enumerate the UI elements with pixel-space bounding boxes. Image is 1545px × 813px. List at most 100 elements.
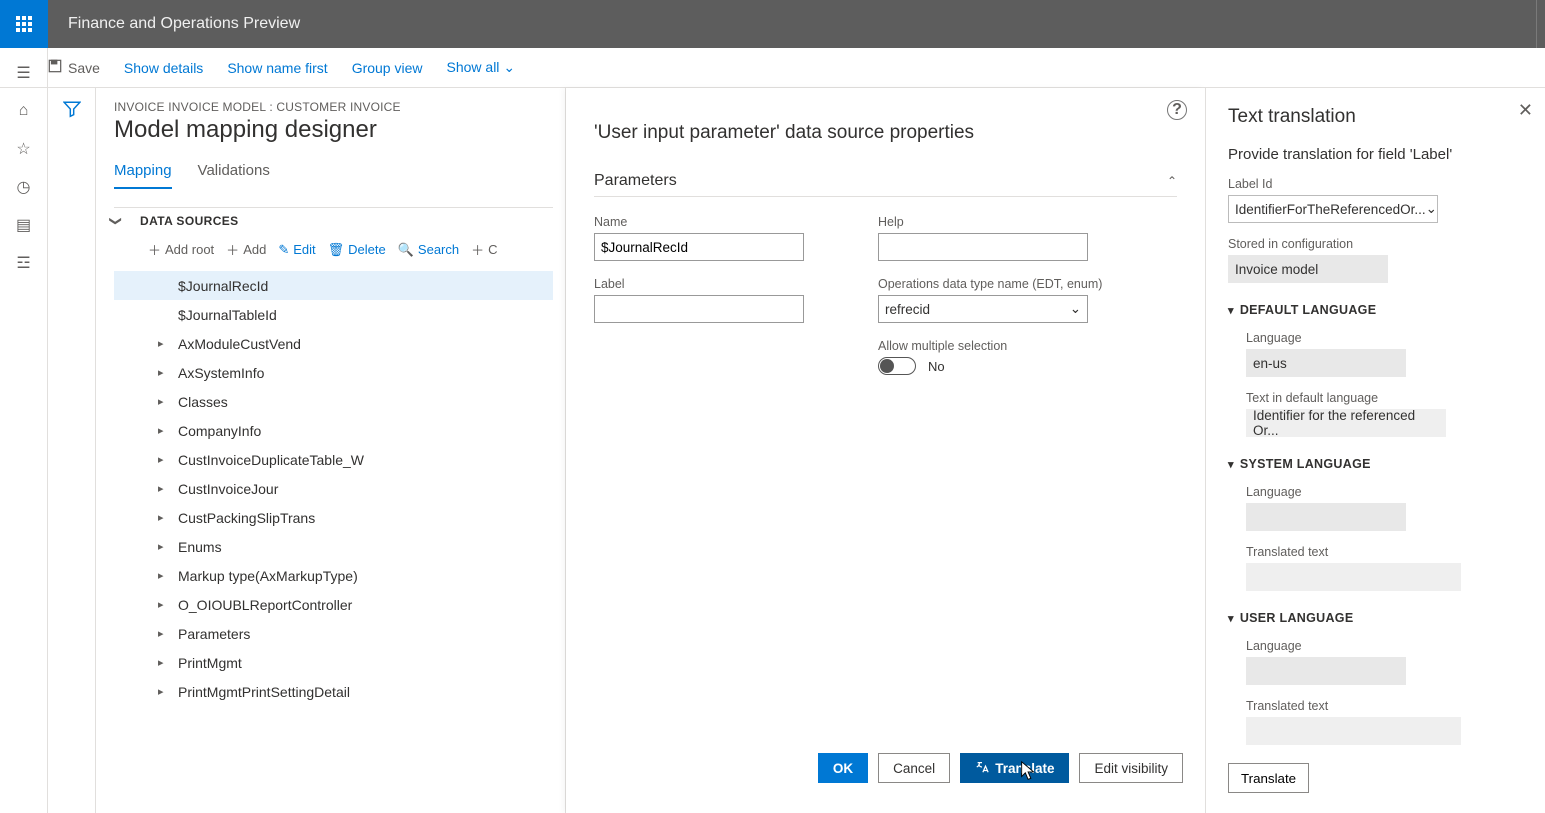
tree-item-label: AxSystemInfo — [178, 365, 264, 381]
allow-multiple-toggle[interactable] — [878, 357, 916, 375]
user-language-header[interactable]: ▾USER LANGUAGE — [1228, 611, 1523, 625]
designer-pane: INVOICE INVOICE MODEL : CUSTOMER INVOICE… — [96, 88, 566, 813]
tree-item-label: CustInvoiceJour — [178, 481, 278, 497]
tree-row[interactable]: ▸$JournalRecId — [114, 271, 553, 300]
tree-row[interactable]: ▸ Enums — [114, 532, 553, 561]
edit-button[interactable]: ✎Edit — [278, 242, 315, 258]
tree-row[interactable]: ▸CustInvoiceDuplicateTable_W — [114, 445, 553, 474]
hamburger-icon[interactable]: ☰ — [13, 62, 35, 84]
show-name-first-link[interactable]: Show name first — [227, 60, 327, 76]
system-language-header[interactable]: ▾SYSTEM LANGUAGE — [1228, 457, 1523, 471]
label-id-label: Label Id — [1228, 177, 1523, 191]
add-button[interactable]: ＋Add — [226, 240, 266, 259]
delete-button[interactable]: 🗑Delete — [328, 242, 386, 258]
tree-item-label: Enums — [178, 539, 222, 555]
tab-mapping[interactable]: Mapping — [114, 162, 172, 189]
help-label: Help — [878, 215, 1114, 229]
plus-icon: ＋ — [471, 240, 484, 259]
tree-row[interactable]: ▸AxModuleCustVend — [114, 329, 553, 358]
properties-panel: ? 'User input parameter' data source pro… — [566, 88, 1205, 813]
tree-row[interactable]: ▸ CustInvoiceJour — [114, 474, 553, 503]
chevron-down-icon: ⌄ — [503, 59, 515, 75]
show-all-link[interactable]: Show all ⌄ — [447, 59, 516, 76]
more-button[interactable]: ＋C — [471, 240, 497, 259]
tree-row[interactable]: ▸Classes — [114, 387, 553, 416]
cancel-button[interactable]: Cancel — [878, 753, 950, 783]
tree-item-label: O_OIOUBLReportController — [178, 597, 352, 613]
tree-toolbar: ＋Add root ＋Add ✎Edit 🗑Delete 🔍Search ＋C — [114, 234, 553, 265]
tree-heading: DATA SOURCES — [114, 208, 553, 234]
tree-row[interactable]: ▸AxSystemInfo — [114, 358, 553, 387]
tree-item-label: Classes — [178, 394, 228, 410]
search-icon: 🔍 — [398, 242, 414, 258]
search-button[interactable]: 🔍Search — [398, 242, 459, 258]
tree-collapse-icon[interactable]: ❯ — [109, 216, 123, 226]
default-text-label: Text in default language — [1246, 391, 1523, 405]
tree-row[interactable]: ▸Markup type(AxMarkupType) — [114, 561, 553, 590]
caret-right-icon: ▸ — [158, 482, 168, 495]
allow-multiple-value: No — [928, 359, 945, 374]
translate-icon — [975, 760, 989, 777]
default-lang-label: Language — [1246, 331, 1523, 345]
tree-row[interactable]: ▸$JournalTableId — [114, 300, 553, 329]
save-button[interactable]: Save — [48, 59, 100, 76]
tree-item-label: PrintMgmt — [178, 655, 242, 671]
left-rail: ☰ ⌂ ☆ ◷ ▤ ☲ — [0, 48, 48, 813]
title-bar: Finance and Operations Preview — [0, 0, 1545, 48]
add-root-button[interactable]: ＋Add root — [148, 240, 214, 259]
funnel-icon[interactable] — [63, 100, 81, 813]
tree-row[interactable]: ▸CustPackingSlipTrans — [114, 503, 553, 532]
data-source-tree: ▸$JournalRecId▸$JournalTableId▸AxModuleC… — [114, 271, 553, 706]
properties-title: 'User input parameter' data source prope… — [594, 88, 1177, 144]
home-icon[interactable]: ⌂ — [13, 100, 35, 122]
caret-right-icon: ▸ — [158, 685, 168, 698]
user-lang-input[interactable] — [1246, 657, 1406, 685]
chevron-up-icon: ⌃ — [1167, 174, 1177, 188]
close-icon[interactable]: ✕ — [1518, 100, 1533, 121]
app-launcher-icon[interactable] — [0, 0, 48, 48]
system-trans-label: Translated text — [1246, 545, 1523, 559]
caret-right-icon: ▸ — [158, 656, 168, 669]
module-icon[interactable]: ▤ — [13, 214, 35, 236]
tab-validations[interactable]: Validations — [198, 162, 270, 189]
stored-in-label: Stored in configuration — [1228, 237, 1523, 251]
clock-icon[interactable]: ◷ — [13, 176, 35, 198]
list-icon[interactable]: ☲ — [13, 252, 35, 274]
plus-icon: ＋ — [226, 240, 239, 259]
ok-button[interactable]: OK — [818, 753, 868, 783]
group-view-link[interactable]: Group view — [352, 60, 423, 76]
default-language-header[interactable]: ▾DEFAULT LANGUAGE — [1228, 303, 1523, 317]
caret-right-icon: ▸ — [158, 453, 168, 466]
edt-label: Operations data type name (EDT, enum) — [878, 277, 1114, 291]
trash-icon: 🗑 — [328, 242, 345, 258]
translate-action-button[interactable]: Translate — [1228, 763, 1309, 793]
tree-row[interactable]: ▸O_OIOUBLReportController — [114, 590, 553, 619]
edt-select[interactable]: refrecid ⌄ — [878, 295, 1088, 323]
system-trans-input[interactable] — [1246, 563, 1461, 591]
name-input[interactable] — [594, 233, 804, 261]
tree-row[interactable]: ▸PrintMgmtPrintSettingDetail — [114, 677, 553, 706]
tree-row[interactable]: ▸CompanyInfo — [114, 416, 553, 445]
show-details-link[interactable]: Show details — [124, 60, 203, 76]
caret-right-icon: ▸ — [158, 540, 168, 553]
help-input[interactable] — [878, 233, 1088, 261]
help-icon[interactable]: ? — [1167, 100, 1187, 120]
tree-row[interactable]: ▸Parameters — [114, 619, 553, 648]
star-icon[interactable]: ☆ — [13, 138, 35, 160]
edit-visibility-button[interactable]: Edit visibility — [1079, 753, 1183, 783]
label-id-select[interactable]: IdentifierForTheReferencedOr... ⌄ — [1228, 195, 1438, 223]
caret-right-icon: ▸ — [158, 511, 168, 524]
user-lang-label: Language — [1246, 639, 1523, 653]
label-input[interactable] — [594, 295, 804, 323]
user-trans-input[interactable] — [1246, 717, 1461, 745]
translate-button[interactable]: Translate — [960, 753, 1069, 783]
system-lang-input[interactable] — [1246, 503, 1406, 531]
parameters-section-header[interactable]: Parameters ⌃ — [594, 172, 1177, 197]
user-trans-label: Translated text — [1246, 699, 1523, 713]
tree-row[interactable]: ▸ PrintMgmt — [114, 648, 553, 677]
default-text-value: Identifier for the referenced Or... — [1246, 409, 1446, 437]
tree-item-label: Parameters — [178, 626, 250, 642]
tree-item-label: Markup type(AxMarkupType) — [178, 568, 358, 584]
name-label: Name — [594, 215, 830, 229]
caret-right-icon: ▸ — [158, 424, 168, 437]
